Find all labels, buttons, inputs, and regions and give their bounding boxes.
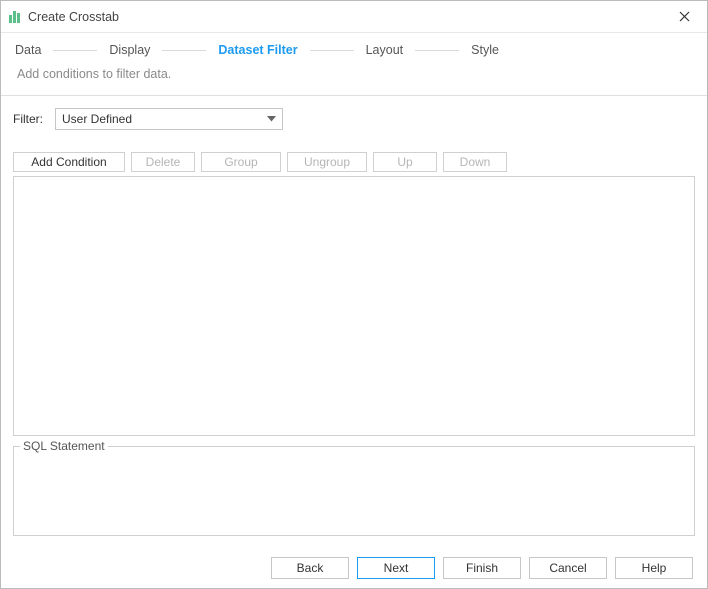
add-condition-button[interactable]: Add Condition (13, 152, 125, 172)
finish-button[interactable]: Finish (443, 557, 521, 579)
chevron-down-icon (260, 109, 282, 129)
conditions-toolbar: Add Condition Delete Group Ungroup Up Do… (13, 152, 695, 172)
create-crosstab-dialog: Create Crosstab Data Display Dataset Fil… (0, 0, 708, 589)
step-style[interactable]: Style (469, 43, 501, 57)
filter-select[interactable]: User Defined (55, 108, 283, 130)
crosstab-icon (9, 11, 20, 23)
step-separator (415, 50, 459, 51)
step-data[interactable]: Data (13, 43, 43, 57)
filter-select-value: User Defined (62, 112, 260, 126)
wizard-steps: Data Display Dataset Filter Layout Style (13, 43, 695, 57)
filter-label: Filter: (13, 112, 43, 126)
step-separator (310, 50, 354, 51)
close-button[interactable] (669, 5, 699, 29)
close-icon (679, 11, 690, 22)
dialog-footer: Back Next Finish Cancel Help (1, 548, 707, 588)
step-display[interactable]: Display (107, 43, 152, 57)
step-dataset-filter[interactable]: Dataset Filter (216, 43, 299, 57)
back-button[interactable]: Back (271, 557, 349, 579)
cancel-button[interactable]: Cancel (529, 557, 607, 579)
conditions-list[interactable] (13, 176, 695, 436)
filter-row: Filter: User Defined (13, 108, 695, 130)
step-subtitle: Add conditions to filter data. (17, 67, 695, 81)
step-separator (53, 50, 97, 51)
help-button[interactable]: Help (615, 557, 693, 579)
step-layout[interactable]: Layout (364, 43, 406, 57)
sql-statement-panel: SQL Statement (13, 446, 695, 536)
sql-statement-label: SQL Statement (20, 439, 108, 453)
wizard-header: Data Display Dataset Filter Layout Style… (1, 33, 707, 96)
dialog-title: Create Crosstab (28, 10, 669, 24)
next-button[interactable]: Next (357, 557, 435, 579)
step-separator (162, 50, 206, 51)
down-button[interactable]: Down (443, 152, 507, 172)
delete-button[interactable]: Delete (131, 152, 195, 172)
titlebar: Create Crosstab (1, 1, 707, 33)
group-button[interactable]: Group (201, 152, 281, 172)
ungroup-button[interactable]: Ungroup (287, 152, 367, 172)
up-button[interactable]: Up (373, 152, 437, 172)
content-area: Filter: User Defined Add Condition Delet… (1, 96, 707, 548)
